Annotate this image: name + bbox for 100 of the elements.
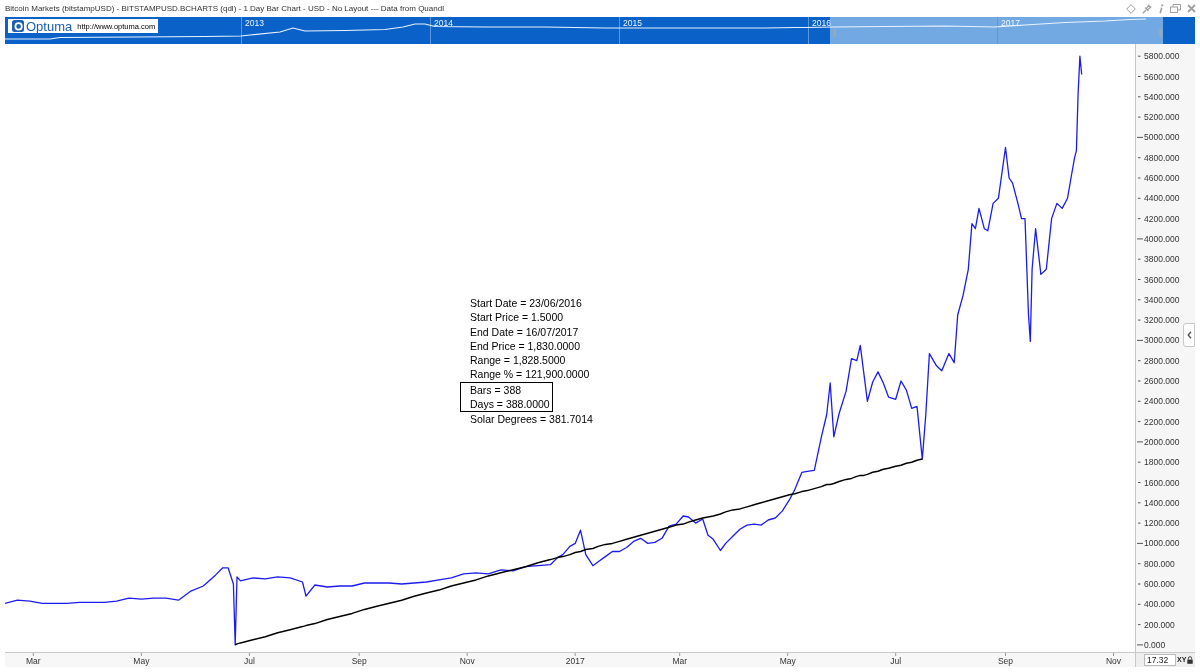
- x-axis-tick: [358, 653, 360, 657]
- measurement-text: Range % = 121,900.0000: [470, 367, 591, 382]
- price-axis-label: 3200.000: [1144, 315, 1180, 326]
- measurement-text: End Price = 1,830.0000: [470, 338, 582, 354]
- x-axis-tick: [1005, 653, 1006, 657]
- y-axis-tick: [1136, 644, 1144, 646]
- y-axis-tick: [1137, 157, 1141, 159]
- year-label: 2014: [434, 18, 453, 28]
- measurement-text: Solar Degrees = 381.7014: [470, 412, 593, 427]
- x-axis-tick: [1113, 653, 1114, 657]
- price-axis-label: 4600.000: [1144, 173, 1180, 183]
- y-axis-tick: [1137, 319, 1141, 321]
- y-axis-tick: [1137, 55, 1141, 57]
- x-axis-tick: [32, 653, 34, 657]
- y-axis-tick: [1137, 583, 1141, 585]
- price-axis-label: 3600.000: [1144, 274, 1180, 285]
- x-axis-tick: [248, 653, 250, 657]
- y-axis-tick: [1136, 542, 1144, 544]
- price-axis-label: 5000.000: [1144, 132, 1180, 143]
- range-handle[interactable]: [1159, 29, 1162, 37]
- x-axis-tick: [466, 653, 468, 657]
- lock-icon[interactable]: [1187, 656, 1194, 664]
- year-label: 2015: [623, 18, 642, 28]
- year-label: 2016: [812, 18, 831, 28]
- measurement-text: Start Date = 23/06/2016: [470, 296, 583, 311]
- time-axis-label: Mar: [672, 656, 687, 666]
- measurement-text: Days = 388.0000: [470, 397, 550, 412]
- y-axis-tick: [1137, 461, 1141, 463]
- y-axis-tick: [1137, 258, 1141, 260]
- price-axis-label: 4800.000: [1144, 152, 1180, 163]
- time-axis-label: Nov: [1105, 656, 1122, 666]
- time-axis-label: May: [779, 656, 796, 666]
- x-axis-tick: [574, 653, 576, 657]
- price-axis-label: 3000.000: [1144, 335, 1180, 346]
- price-axis-label: 2800.000: [1144, 355, 1180, 366]
- price-axis-label: 0.000: [1144, 639, 1166, 650]
- info-icon[interactable]: [1158, 3, 1164, 14]
- measurement-text: End Date = 16/07/2017: [470, 324, 580, 339]
- price-axis-label: 3800.000: [1144, 254, 1180, 265]
- price-axis-label: 5800.000: [1144, 51, 1180, 62]
- price-axis-label: 4200.000: [1144, 213, 1180, 224]
- y-axis-tick: [1137, 522, 1141, 524]
- time-axis-label: Jul: [243, 656, 255, 666]
- overlapping-windows-icon[interactable]: [1170, 4, 1181, 13]
- logo-text: Optuma: [26, 19, 73, 33]
- y-axis-tick: [1137, 96, 1141, 98]
- x-axis-tick: [895, 653, 897, 657]
- y-axis-tick: [1137, 299, 1141, 301]
- price-axis-label: 1000.000: [1144, 538, 1180, 549]
- time-axis-label: Nov: [459, 656, 475, 666]
- y-axis-tick: [1137, 624, 1141, 626]
- price-axis-label: 1800.000: [1144, 457, 1180, 468]
- pin-icon[interactable]: [1142, 3, 1152, 14]
- time-axis-label: Sep: [351, 656, 367, 666]
- close-icon[interactable]: [1187, 4, 1196, 13]
- y-axis-tick: [1137, 279, 1141, 280]
- year-label: 2013: [245, 18, 264, 28]
- collapse-panel-button[interactable]: [1183, 323, 1195, 347]
- price-axis-label: 1200.000: [1144, 518, 1180, 529]
- y-axis-tick: [1137, 421, 1141, 423]
- price-axis-label: 1600.000: [1144, 477, 1180, 488]
- price-axis-label: 800.000: [1144, 558, 1175, 569]
- measurement-text: Range = 1,828.5000: [470, 353, 567, 368]
- y-axis-tick: [1136, 441, 1144, 443]
- y-axis-tick: [1137, 400, 1141, 402]
- y-axis-tick: [1136, 238, 1144, 240]
- range-handle[interactable]: [833, 29, 836, 37]
- y-axis-tick: [1137, 380, 1141, 382]
- y-axis-tick: [1137, 218, 1141, 220]
- y-axis-tick: [1137, 603, 1141, 605]
- x-axis-tick: [679, 653, 681, 657]
- y-axis-tick: [1137, 116, 1141, 118]
- price-axis-label: 1400.000: [1144, 497, 1180, 508]
- price-axis-label: 600.000: [1144, 579, 1175, 589]
- y-axis-tick: [1137, 177, 1141, 179]
- price-axis-label: 4000.000: [1144, 233, 1180, 244]
- y-axis-tick: [1136, 136, 1144, 138]
- y-axis-tick: [1137, 197, 1141, 199]
- price-axis-label: 4400.000: [1144, 193, 1180, 204]
- chevron-left-icon: [1186, 331, 1192, 339]
- y-axis-tick: [1137, 482, 1141, 483]
- x-axis-tick: [140, 653, 142, 657]
- diamond-icon[interactable]: [1126, 3, 1136, 14]
- measurement-text: Bars = 388: [470, 382, 523, 398]
- readout-field: 17.32: [1144, 654, 1176, 666]
- selected-range[interactable]: [830, 17, 1163, 44]
- price-axis-label: 2400.000: [1144, 396, 1180, 407]
- time-axis-label: Mar: [26, 656, 41, 666]
- window-title: Bitcoin Markets (bitstampUSD) - BITSTAMPUSD.BCHARTS (qdl) - 1 Day Bar Chart - USD - No Layout --- Data from Quandl: [5, 3, 444, 14]
- x-axis-tick: [787, 653, 789, 657]
- price-axis-label: 5600.000: [1144, 71, 1180, 82]
- price-axis-label: 200.000: [1144, 619, 1175, 630]
- price-axis-label: 400.000: [1144, 599, 1175, 610]
- time-axis-label: Jul: [890, 656, 902, 666]
- price-axis-label: 2600.000: [1144, 376, 1180, 386]
- y-axis-tick: [1137, 76, 1141, 77]
- price-axis-label: 3400.000: [1144, 294, 1180, 305]
- y-axis-tick: [1136, 339, 1144, 341]
- price-axis-label: 2200.000: [1144, 416, 1180, 427]
- time-axis-label: 2017: [565, 656, 585, 666]
